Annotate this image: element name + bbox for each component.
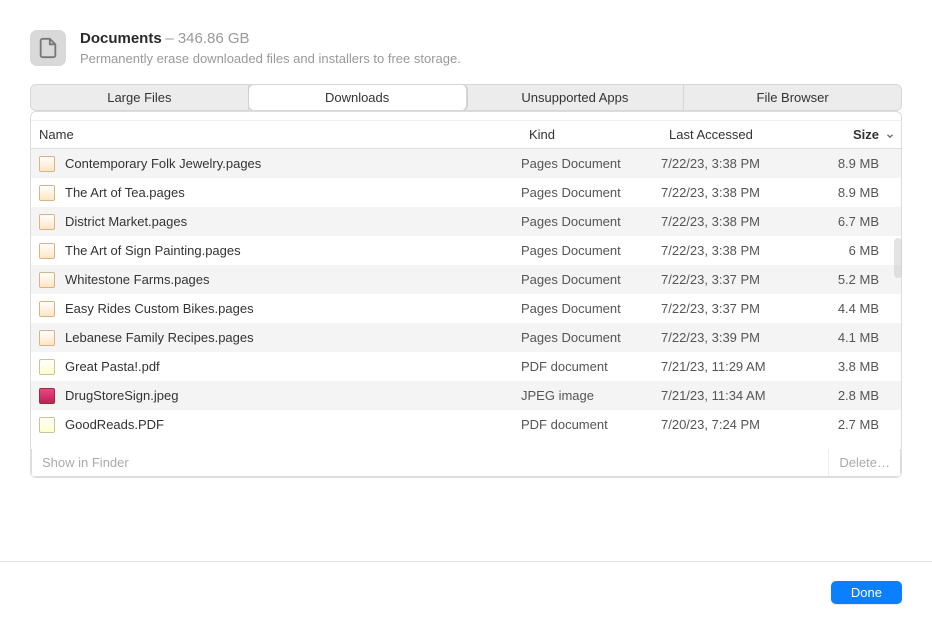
file-last-accessed: 7/21/23, 11:34 AM [661,388,811,403]
file-last-accessed: 7/22/23, 3:38 PM [661,156,811,171]
file-name: Lebanese Family Recipes.pages [65,330,254,345]
file-kind: Pages Document [521,243,661,258]
table-row[interactable]: Easy Rides Custom Bikes.pages Pages Docum… [31,294,901,323]
table-body: Contemporary Folk Jewelry.pages Pages Doc… [31,149,901,439]
header-subtitle: Permanently erase downloaded files and i… [80,51,461,66]
col-name[interactable]: Name [31,121,521,148]
col-kind[interactable]: Kind [521,121,661,148]
file-icon [39,417,55,433]
documents-icon [30,30,66,66]
file-name: Easy Rides Custom Bikes.pages [65,301,254,316]
file-size: 8.9 MB [811,185,901,200]
file-icon [39,185,55,201]
file-last-accessed: 7/22/23, 3:38 PM [661,185,811,200]
file-name: Contemporary Folk Jewelry.pages [65,156,261,171]
table-row[interactable]: The Art of Tea.pages Pages Document7/22/2… [31,178,901,207]
file-size: 4.1 MB [811,330,901,345]
file-last-accessed: 7/22/23, 3:38 PM [661,243,811,258]
file-icon [39,301,55,317]
file-name: GoodReads.PDF [65,417,164,432]
show-in-finder-button[interactable]: Show in Finder [32,449,139,476]
chevron-down-icon [885,129,895,139]
file-kind: Pages Document [521,301,661,316]
file-size: 2.7 MB [811,417,901,432]
footer-divider [0,561,932,562]
tab-downloads[interactable]: Downloads [249,85,467,110]
file-name: Whitestone Farms.pages [65,272,210,287]
file-last-accessed: 7/22/23, 3:38 PM [661,214,811,229]
col-size-label: Size [853,127,879,142]
file-icon [39,156,55,172]
file-size: 2.8 MB [811,388,901,403]
file-last-accessed: 7/22/23, 3:37 PM [661,272,811,287]
file-name: Great Pasta!.pdf [65,359,160,374]
tab-large-files[interactable]: Large Files [31,85,249,110]
file-kind: Pages Document [521,156,661,171]
file-kind: Pages Document [521,185,661,200]
view-tabs: Large FilesDownloadsUnsupported AppsFile… [30,84,902,111]
table-row[interactable]: GoodReads.PDF PDF document7/20/23, 7:24 P… [31,410,901,439]
file-icon [39,272,55,288]
file-size: 3.8 MB [811,359,901,374]
file-last-accessed: 7/21/23, 11:29 AM [661,359,811,374]
file-icon [39,243,55,259]
file-kind: PDF document [521,359,661,374]
file-size: 6.7 MB [811,214,901,229]
tab-file-browser[interactable]: File Browser [684,85,901,110]
header: Documents – 346.86 GB Permanently erase … [30,30,902,66]
table-row[interactable]: Great Pasta!.pdf PDF document7/21/23, 11:… [31,352,901,381]
file-icon [39,330,55,346]
delete-button[interactable]: Delete… [828,449,900,476]
file-kind: Pages Document [521,272,661,287]
header-title: Documents [80,30,162,47]
file-kind: PDF document [521,417,661,432]
bottom-bar: Show in Finder Delete… [31,449,901,477]
file-size: 4.4 MB [811,301,901,316]
table-row[interactable]: DrugStoreSign.jpeg JPEG image7/21/23, 11:… [31,381,901,410]
file-last-accessed: 7/22/23, 3:37 PM [661,301,811,316]
file-name: The Art of Sign Painting.pages [65,243,241,258]
file-name: The Art of Tea.pages [65,185,185,200]
file-name: District Market.pages [65,214,187,229]
table-row[interactable]: Lebanese Family Recipes.pages Pages Docum… [31,323,901,352]
file-icon [39,388,55,404]
file-kind: Pages Document [521,214,661,229]
file-name: DrugStoreSign.jpeg [65,388,178,403]
tab-unsupported-apps[interactable]: Unsupported Apps [467,85,685,110]
file-kind: Pages Document [521,330,661,345]
file-last-accessed: 7/22/23, 3:39 PM [661,330,811,345]
file-icon [39,359,55,375]
file-size: 5.2 MB [811,272,901,287]
scrollbar[interactable] [894,238,902,278]
table-row[interactable]: The Art of Sign Painting.pages Pages Docu… [31,236,901,265]
done-button[interactable]: Done [831,581,902,604]
table-row[interactable]: Whitestone Farms.pages Pages Document7/22… [31,265,901,294]
col-last-accessed[interactable]: Last Accessed [661,121,811,148]
file-size: 6 MB [811,243,901,258]
table-header: Name Kind Last Accessed Size [31,120,901,149]
file-size: 8.9 MB [811,156,901,171]
header-size: – 346.86 GB [165,30,249,47]
table-row[interactable]: Contemporary Folk Jewelry.pages Pages Doc… [31,149,901,178]
table-row[interactable]: District Market.pages Pages Document7/22/… [31,207,901,236]
file-icon [39,214,55,230]
file-kind: JPEG image [521,388,661,403]
file-last-accessed: 7/20/23, 7:24 PM [661,417,811,432]
col-size[interactable]: Size [811,121,901,148]
